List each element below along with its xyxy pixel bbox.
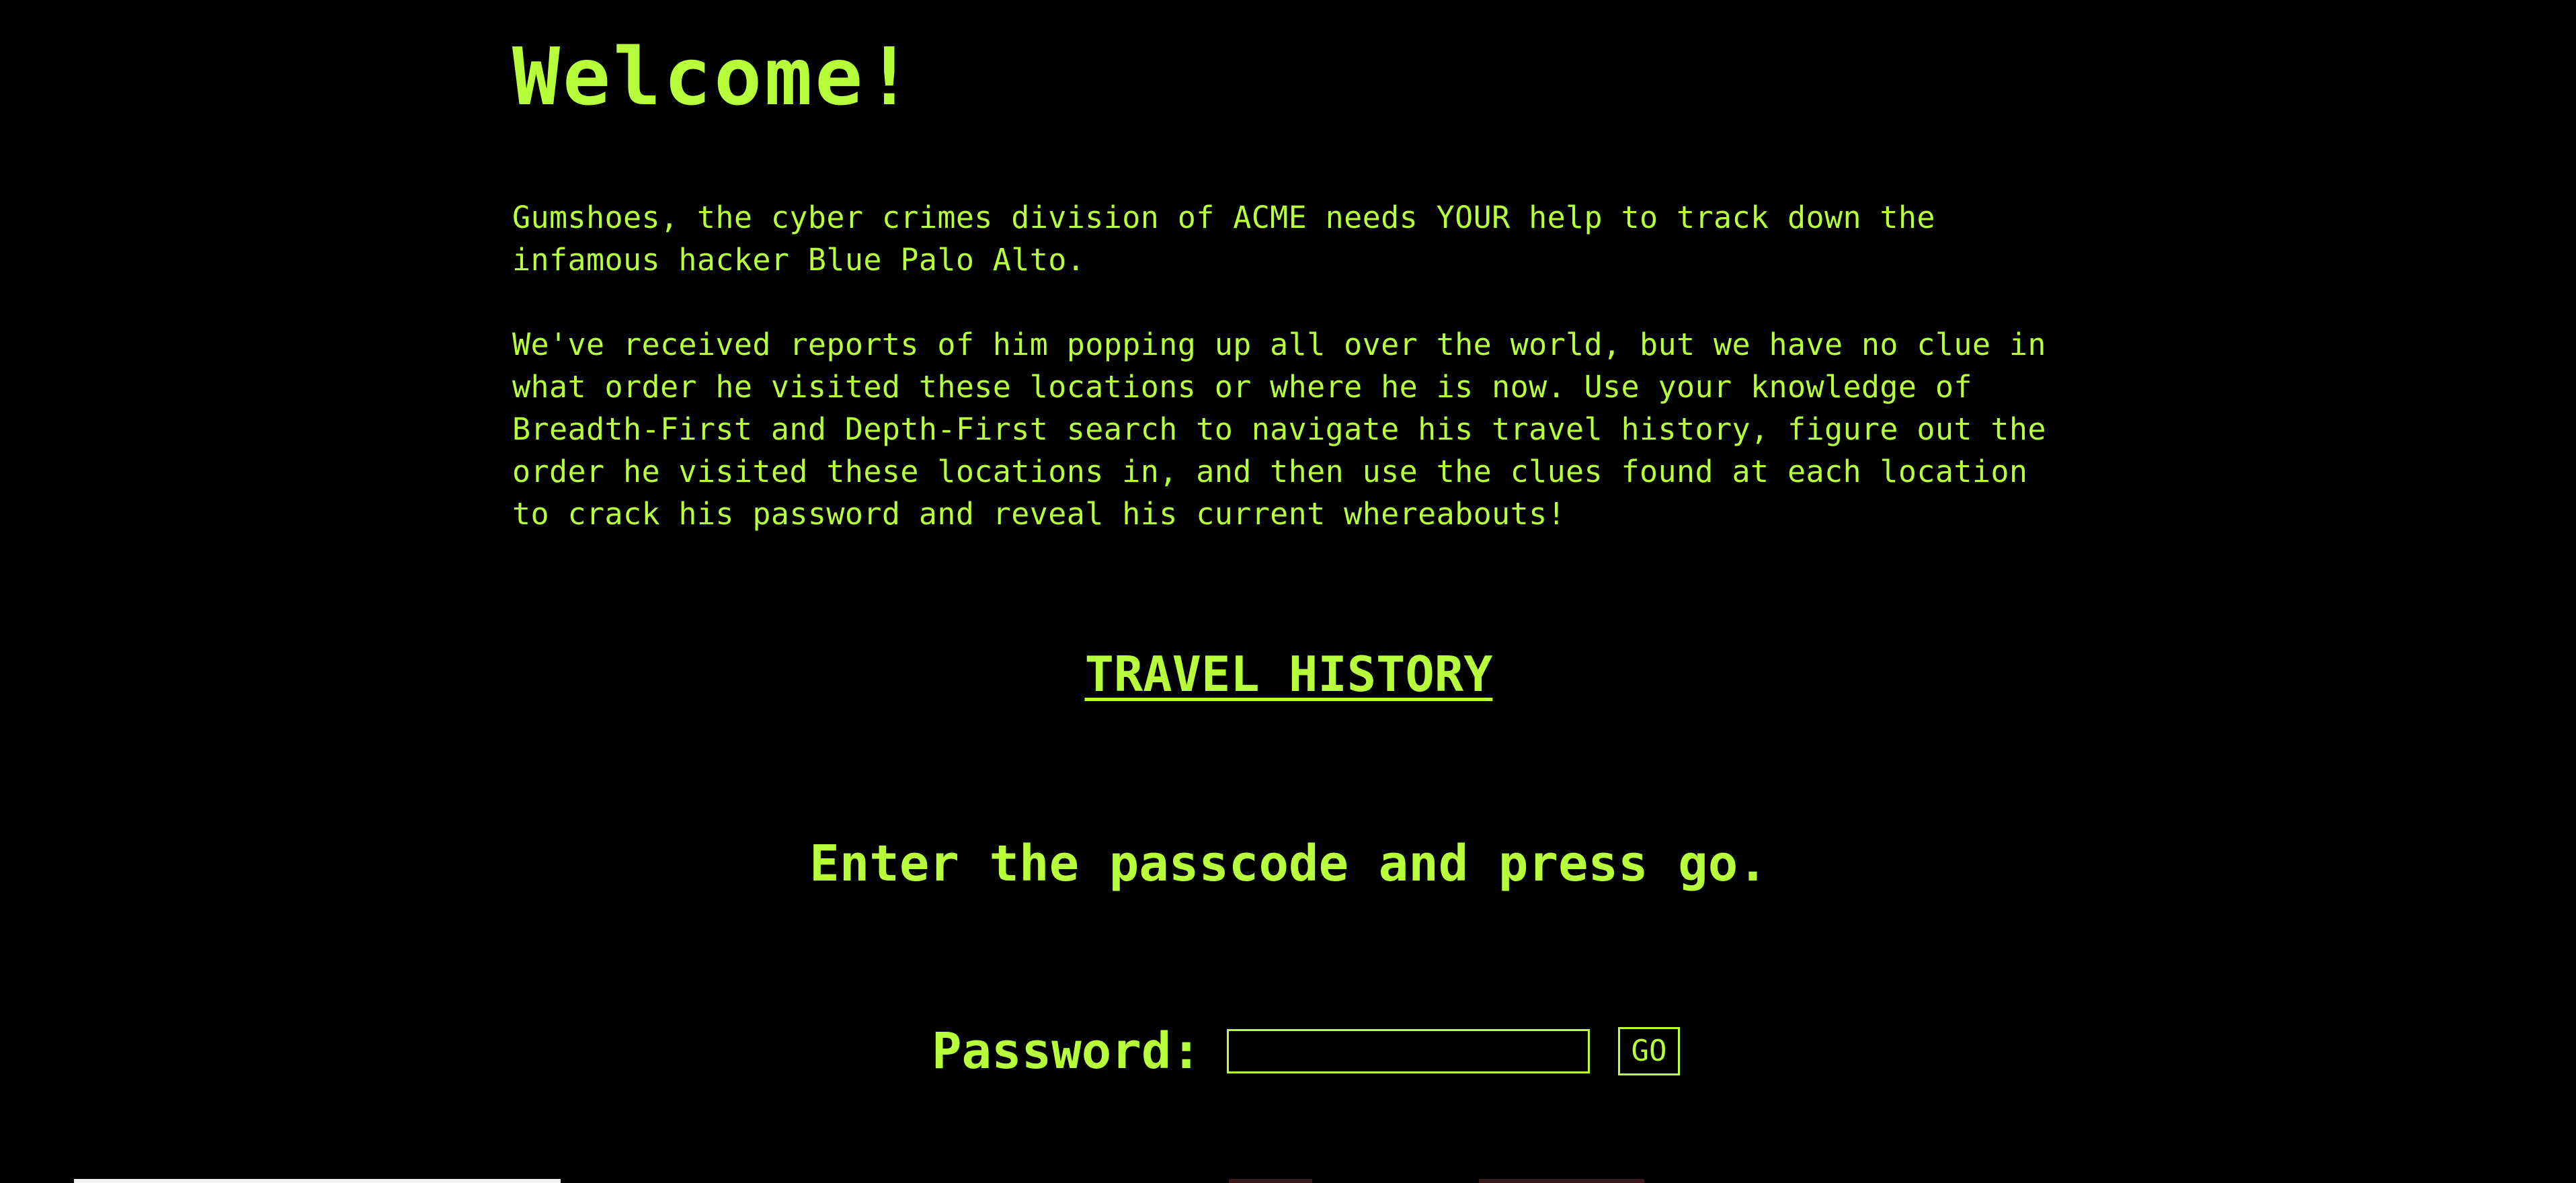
intro-paragraph: Gumshoes, the cyber crimes division of A… [512, 200, 1935, 278]
passcode-instructions: Enter the passcode and press go. [809, 835, 1768, 893]
travel-history-link[interactable]: TRAVEL HISTORY [512, 644, 2065, 704]
password-form: Password: GO [932, 1023, 1680, 1079]
bottom-strip [1229, 1179, 1312, 1183]
mission-paragraph: We've received reports of him popping up… [512, 327, 2046, 532]
bottom-strip [1479, 1179, 1644, 1183]
welcome-heading: Welcome! [512, 30, 916, 123]
go-button[interactable]: GO [1617, 1027, 1680, 1075]
password-label: Password: [932, 1022, 1201, 1080]
bottom-strip [74, 1179, 561, 1183]
password-input[interactable] [1226, 1029, 1590, 1073]
